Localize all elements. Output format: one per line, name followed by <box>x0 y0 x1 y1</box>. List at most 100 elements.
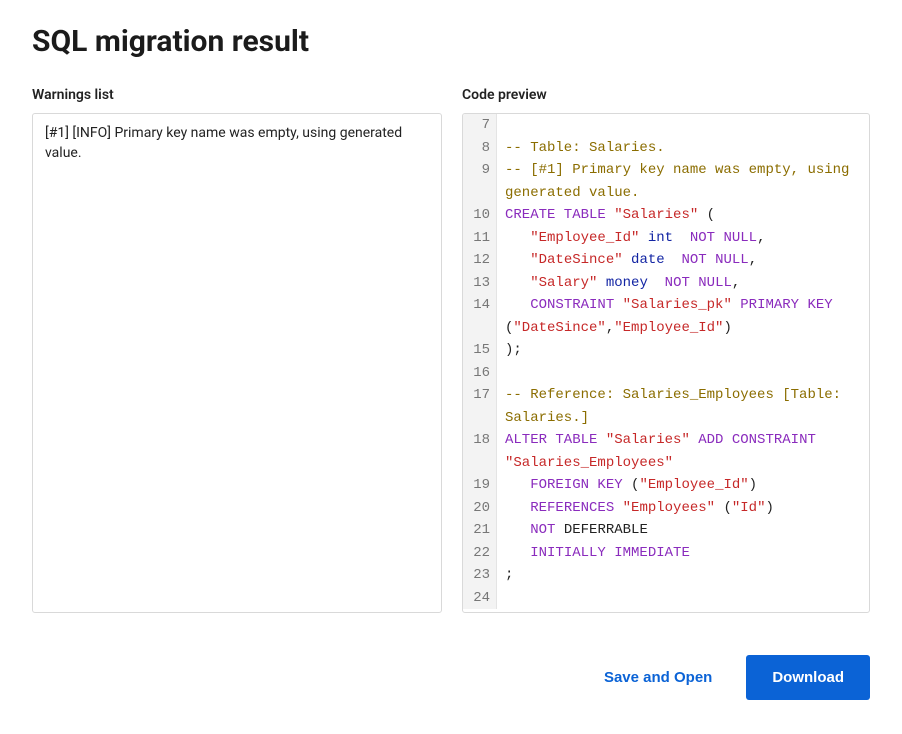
code-token: CONSTRAINT <box>530 297 614 313</box>
code-token: "Id" <box>732 500 766 516</box>
code-line: 15); <box>463 339 869 362</box>
code-token: date <box>631 252 665 268</box>
code-line: 11 "Employee_Id" int NOT NULL, <box>463 227 869 250</box>
code-line: 17-- Reference: Salaries_Employees [Tabl… <box>463 384 869 429</box>
code-line: 14 CONSTRAINT "Salaries_pk" PRIMARY KEY … <box>463 294 869 339</box>
code-line: 7 <box>463 114 869 137</box>
line-number: 10 <box>463 204 497 227</box>
code-token <box>505 230 530 246</box>
line-number: 7 <box>463 114 497 137</box>
code-header: Code preview <box>462 87 870 103</box>
code-token <box>505 500 530 516</box>
code-token: ( <box>715 500 732 516</box>
code-token: INITIALLY IMMEDIATE <box>530 545 690 561</box>
code-token: FOREIGN KEY <box>530 477 622 493</box>
code-token <box>816 432 824 448</box>
code-token: ; <box>505 567 513 583</box>
code-token: , <box>749 252 757 268</box>
code-token: NOT <box>530 522 555 538</box>
code-token: "Employee_Id" <box>530 230 639 246</box>
code-token: ); <box>505 342 522 358</box>
save-and-open-button[interactable]: Save and Open <box>598 668 718 687</box>
code-token: "Salaries_pk" <box>623 297 732 313</box>
code-token: CREATE TABLE <box>505 207 606 223</box>
line-number: 21 <box>463 519 497 542</box>
code-token <box>505 477 530 493</box>
code-token: NOT NULL <box>665 275 732 291</box>
line-number: 8 <box>463 137 497 160</box>
code-token <box>505 545 530 561</box>
code-token <box>639 230 647 246</box>
code-panel: 78-- Table: Salaries.9-- [#1] Primary ke… <box>462 113 870 613</box>
line-number: 12 <box>463 249 497 272</box>
code-token: "Employees" <box>623 500 715 516</box>
line-number: 11 <box>463 227 497 250</box>
code-line: 20 REFERENCES "Employees" ("Id") <box>463 497 869 520</box>
code-token: "Salaries" <box>606 432 690 448</box>
code-token: DEFERRABLE <box>555 522 647 538</box>
code-token: -- Table: Salaries. <box>505 140 665 156</box>
code-token: , <box>732 275 740 291</box>
code-content: "Employee_Id" int NOT NULL, <box>497 227 869 250</box>
line-number: 15 <box>463 339 497 362</box>
code-line: 19 FOREIGN KEY ("Employee_Id") <box>463 474 869 497</box>
code-token: ADD CONSTRAINT <box>698 432 816 448</box>
line-number: 18 <box>463 429 497 474</box>
line-number: 14 <box>463 294 497 339</box>
code-line: 22 INITIALLY IMMEDIATE <box>463 542 869 565</box>
warnings-panel: [#1] [INFO] Primary key name was empty, … <box>32 113 442 613</box>
code-token <box>597 275 605 291</box>
line-number: 24 <box>463 587 497 610</box>
code-token: "DateSince" <box>513 320 605 336</box>
line-number: 16 <box>463 362 497 385</box>
code-line: 12 "DateSince" date NOT NULL, <box>463 249 869 272</box>
download-button[interactable]: Download <box>746 655 870 700</box>
line-number: 23 <box>463 564 497 587</box>
code-line: 23; <box>463 564 869 587</box>
warnings-header: Warnings list <box>32 87 442 103</box>
code-token: ( <box>623 477 640 493</box>
code-token <box>665 252 682 268</box>
code-content: ALTER TABLE "Salaries" ADD CONSTRAINT "S… <box>497 429 869 474</box>
code-content: ); <box>497 339 869 362</box>
code-token: "Employee_Id" <box>639 477 748 493</box>
code-line: 24 <box>463 587 869 610</box>
code-content: -- Table: Salaries. <box>497 137 869 160</box>
code-line: 8 -- Table: Salaries. <box>463 137 869 160</box>
code-line: 21 NOT DEFERRABLE <box>463 519 869 542</box>
code-token: int <box>648 230 673 246</box>
warning-item: [#1] [INFO] Primary key name was empty, … <box>45 124 429 163</box>
code-token <box>505 275 530 291</box>
code-column: Code preview 78-- Table: Salaries.9-- [#… <box>462 87 870 613</box>
line-number: 17 <box>463 384 497 429</box>
code-token: "Salary" <box>530 275 597 291</box>
code-token <box>614 500 622 516</box>
code-content: -- [#1] Primary key name was empty, usin… <box>497 159 869 204</box>
code-filler <box>463 609 869 612</box>
line-number: 19 <box>463 474 497 497</box>
code-token: ( <box>698 207 715 223</box>
code-token <box>690 432 698 448</box>
code-scroll-area[interactable]: 78-- Table: Salaries.9-- [#1] Primary ke… <box>463 114 869 612</box>
code-token <box>648 275 665 291</box>
code-line: 18ALTER TABLE "Salaries" ADD CONSTRAINT … <box>463 429 869 474</box>
code-token <box>623 252 631 268</box>
code-token: -- Reference: Salaries_Employees [Table:… <box>505 387 849 426</box>
code-token <box>505 297 530 313</box>
code-content: INITIALLY IMMEDIATE <box>497 542 869 565</box>
code-token: "Employee_Id" <box>614 320 723 336</box>
line-number: 22 <box>463 542 497 565</box>
code-token: REFERENCES <box>530 500 614 516</box>
code-token: NOT NULL <box>681 252 748 268</box>
footer-actions: Save and Open Download <box>32 655 870 700</box>
code-token: , <box>757 230 765 246</box>
code-token <box>614 297 622 313</box>
code-content: "Salary" money NOT NULL, <box>497 272 869 295</box>
code-token <box>606 207 614 223</box>
code-token: ) <box>723 320 731 336</box>
code-token: "Salaries" <box>614 207 698 223</box>
code-line: 13 "Salary" money NOT NULL, <box>463 272 869 295</box>
code-token: ) <box>765 500 773 516</box>
code-content: -- Reference: Salaries_Employees [Table:… <box>497 384 869 429</box>
code-token: money <box>606 275 648 291</box>
